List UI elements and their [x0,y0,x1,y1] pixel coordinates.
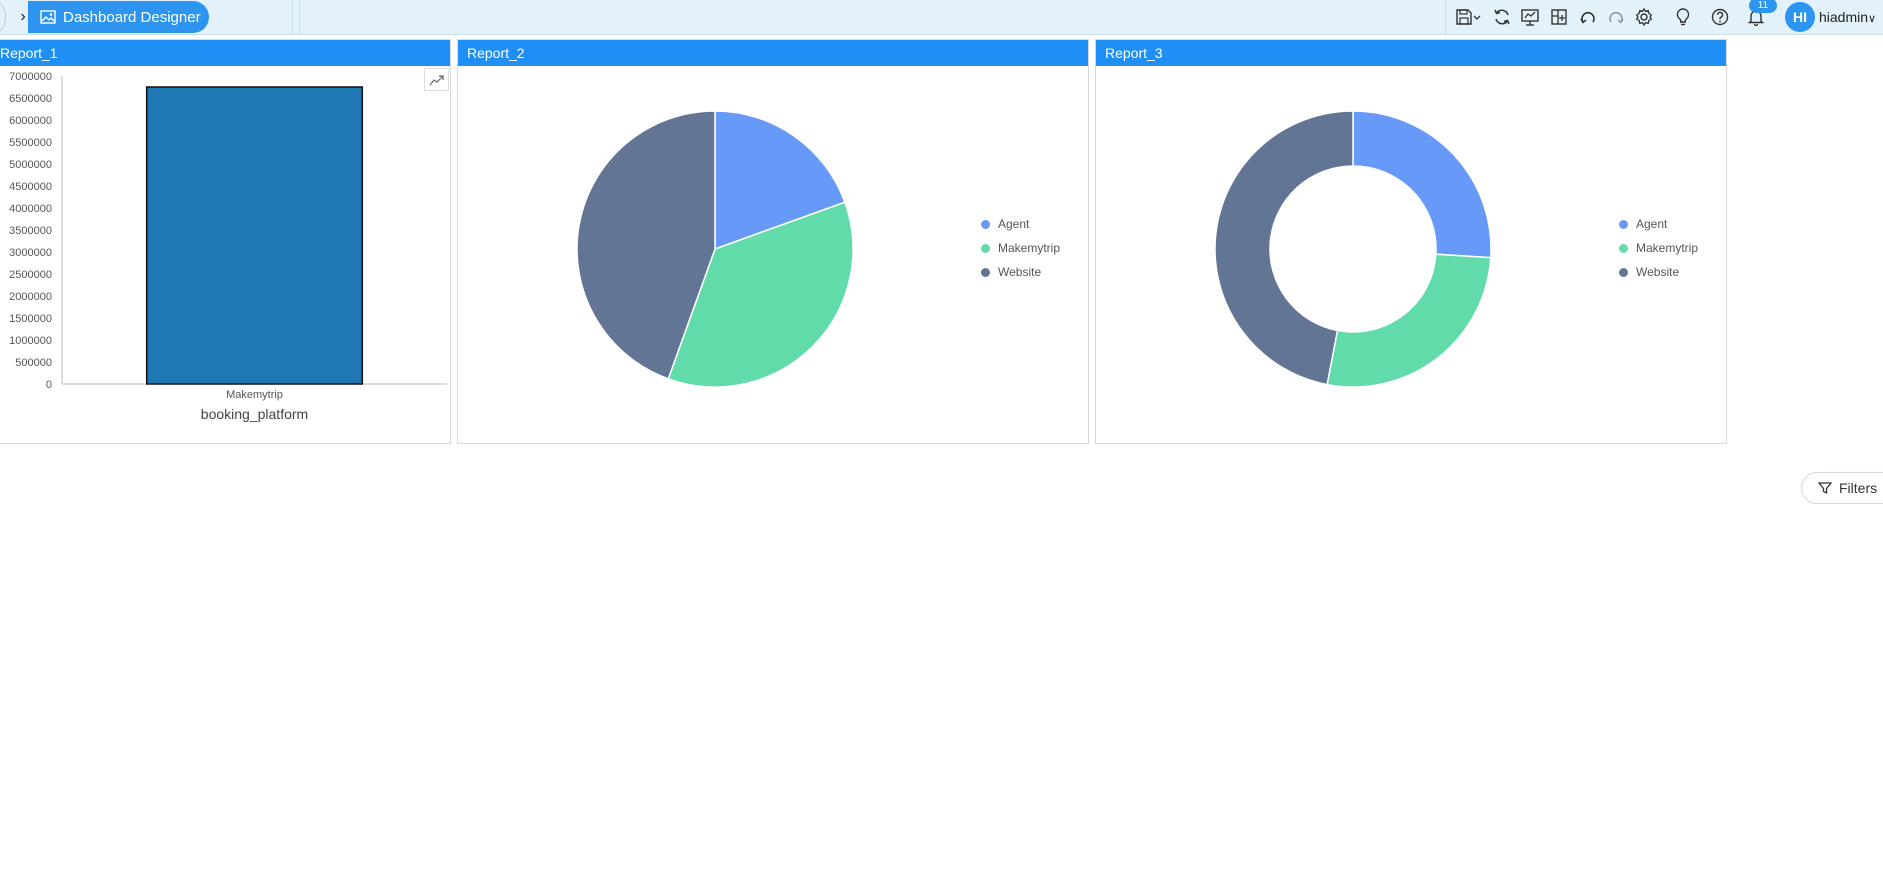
legend-item[interactable]: Makemytrip [981,236,1060,260]
avatar[interactable]: HI [1785,2,1815,32]
top-bar: › Dashboard Designer 11 HI hiadmin∨ [0,0,1883,35]
legend-swatch [1619,267,1628,277]
legend-item[interactable]: Agent [1619,212,1698,236]
y-tick-label: 4000000 [9,203,52,215]
y-tick-label: 6000000 [9,115,52,127]
legend-item[interactable]: Website [1619,260,1698,284]
dashboard-designer-tab[interactable]: Dashboard Designer [28,1,209,33]
chart-legend: Agent Makemytrip Website [981,212,1060,284]
legend-label: Makemytrip [998,241,1061,255]
y-tick-label: 500000 [15,357,52,369]
pie-slice[interactable] [1326,253,1492,388]
legend-swatch [1619,243,1628,253]
add-panel-icon[interactable] [1546,4,1572,30]
image-icon [40,10,56,24]
presentation-icon[interactable] [1517,4,1543,30]
help-icon[interactable] [1707,4,1733,30]
y-tick-label: 5000000 [9,159,52,171]
y-tick-label: 5500000 [9,137,52,149]
chevron-down-icon: ∨ [1868,13,1877,25]
pie-slice[interactable] [1214,110,1354,386]
legend-label: Website [1636,265,1680,279]
chart-legend: Agent Makemytrip Website [1619,212,1698,284]
pie-slice[interactable] [1352,110,1492,259]
undo-icon[interactable] [1575,4,1601,30]
report-panel-2[interactable]: Report_2 Agent Makemytrip Website [457,39,1089,444]
report-title: Report_1 [0,40,450,66]
bar[interactable] [145,86,364,385]
report-title: Report_2 [458,40,1088,66]
legend-label: Website [998,265,1042,279]
legend-label: Agent [998,217,1030,231]
x-tick-label: Makemytrip [226,389,283,401]
report-title: Report_3 [1096,40,1726,66]
y-tick-label: 0 [46,379,52,391]
legend-item[interactable]: Website [981,260,1060,284]
y-tick-label: 3000000 [9,247,52,259]
toolbar-divider [299,0,300,35]
username-label: hiadmin [1819,9,1869,25]
legend-item[interactable]: Agent [981,212,1060,236]
notification-badge: 11 [1749,0,1777,13]
report-panel-3[interactable]: Report_3 Agent Makemytrip Website [1095,39,1727,444]
legend-item[interactable]: Makemytrip [1619,236,1698,260]
lightbulb-icon[interactable] [1670,4,1696,30]
user-menu[interactable]: hiadmin∨ [1819,9,1876,25]
toolbar-divider [1445,0,1446,35]
legend-swatch [981,267,990,277]
settings-icon[interactable] [1631,4,1657,30]
y-tick-label: 1500000 [9,313,52,325]
report-panel-1[interactable]: Report_1 0 500000 1000000 1500000 2000000 250… [0,39,451,444]
save-icon[interactable] [1453,4,1483,30]
x-axis-title: booking_platform [201,406,308,422]
y-tick-label: 4500000 [9,181,52,193]
legend-label: Agent [1636,217,1668,231]
redo-icon[interactable] [1603,4,1629,30]
bar-chart: 0 500000 1000000 1500000 2000000 2500000 30000… [9,71,447,422]
filters-button[interactable]: Filters [1801,472,1883,504]
y-tick-label: 7000000 [9,71,52,83]
legend-swatch [981,219,990,229]
refresh-icon[interactable] [1489,4,1515,30]
y-tick-label: 6500000 [9,93,52,105]
trend-line-icon[interactable] [424,68,449,91]
y-tick-label: 2000000 [9,291,52,303]
y-tick-label: 3500000 [9,225,52,237]
legend-swatch [1619,219,1628,229]
y-tick-label: 1000000 [9,335,52,347]
dashboard-designer-label: Dashboard Designer [63,8,201,26]
filters-label: Filters [1839,480,1878,496]
filter-icon [1818,482,1832,495]
y-tick-label: 2500000 [9,269,52,281]
legend-label: Makemytrip [1636,241,1699,255]
legend-swatch [981,243,990,253]
